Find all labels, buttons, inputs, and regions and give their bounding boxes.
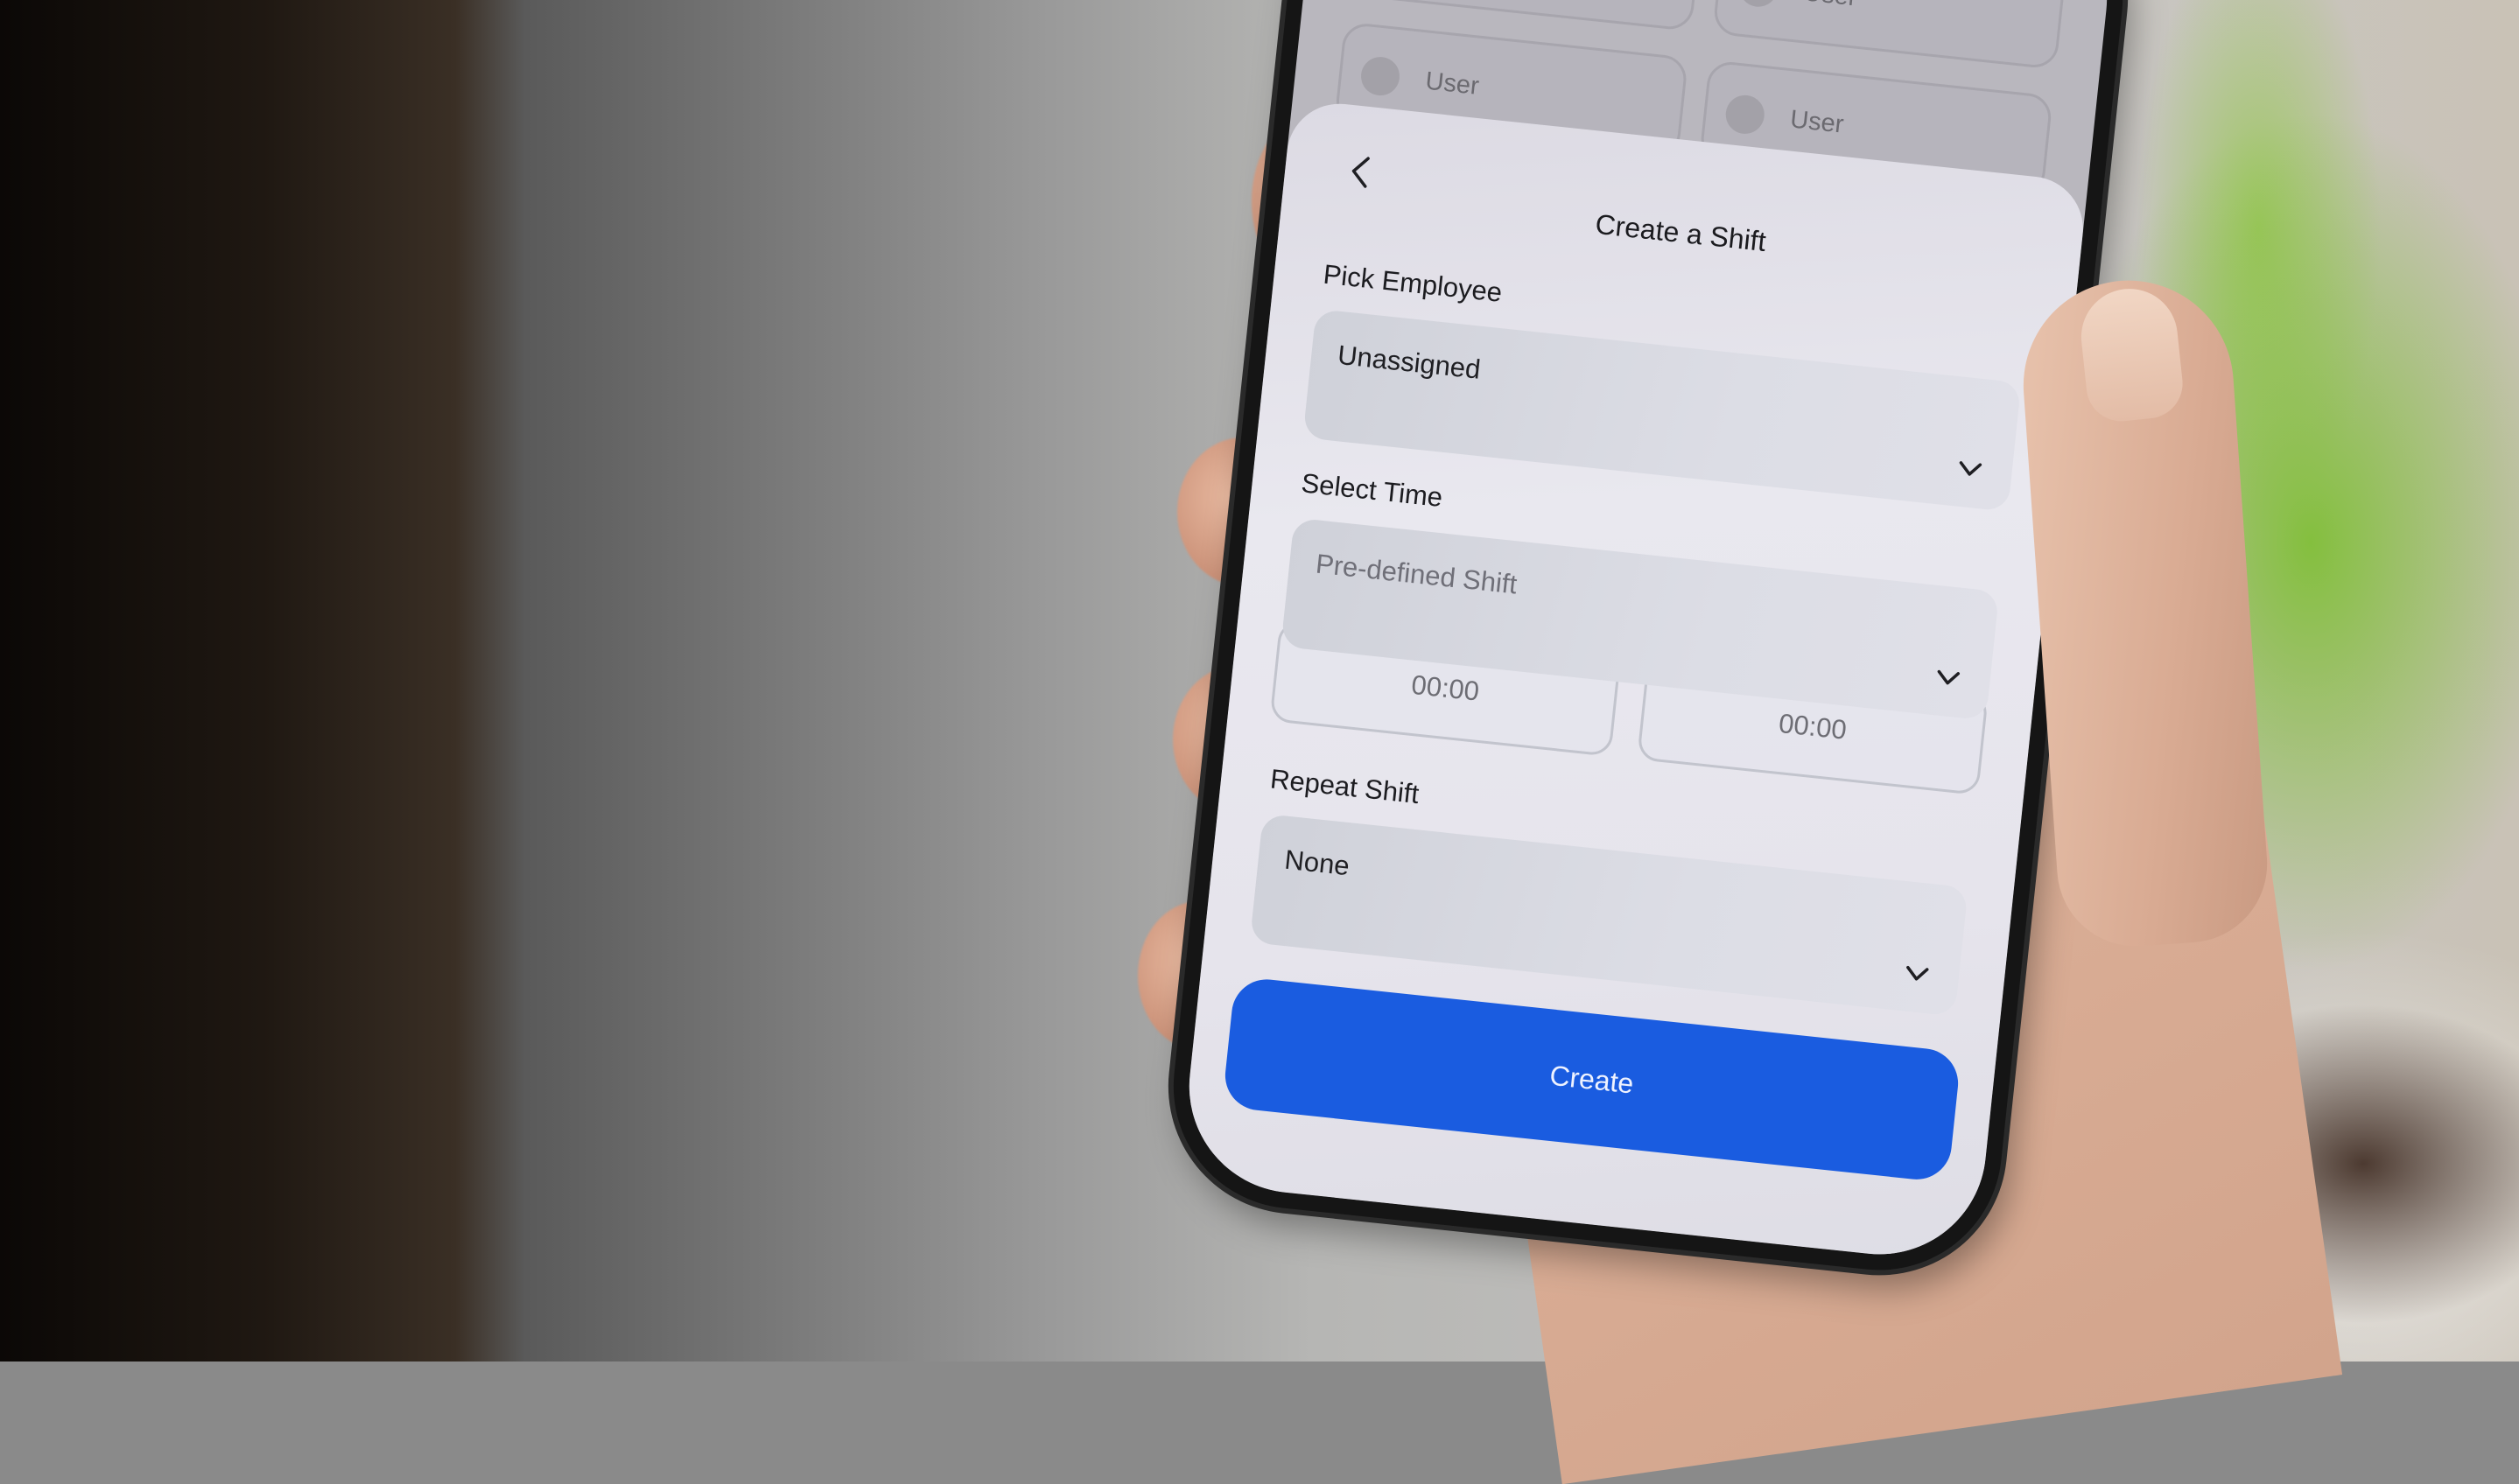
avatar: [1358, 54, 1402, 98]
avatar: [1737, 0, 1780, 9]
user-name: User: [1788, 104, 1846, 139]
predefined-shift-placeholder: Pre-defined Shift: [1314, 548, 1519, 600]
repeat-shift-value: None: [1283, 844, 1351, 882]
phone-screen: User User User User C: [1178, 0, 2118, 1265]
phone-device: User User User User C: [1161, 0, 2136, 1283]
chevron-down-icon: [1959, 461, 1982, 476]
create-shift-sheet: Create a Shift Pick Employee Unassigned …: [1178, 98, 2088, 1265]
user-name: User: [1802, 0, 1858, 12]
avatar: [1723, 93, 1766, 136]
chevron-down-icon: [1937, 669, 1961, 685]
user-card[interactable]: User: [1712, 0, 2067, 70]
pick-employee-value: Unassigned: [1336, 339, 1483, 385]
user-name: User: [1424, 66, 1481, 101]
create-button[interactable]: Create: [1221, 976, 1962, 1183]
chevron-down-icon: [1906, 965, 1929, 981]
